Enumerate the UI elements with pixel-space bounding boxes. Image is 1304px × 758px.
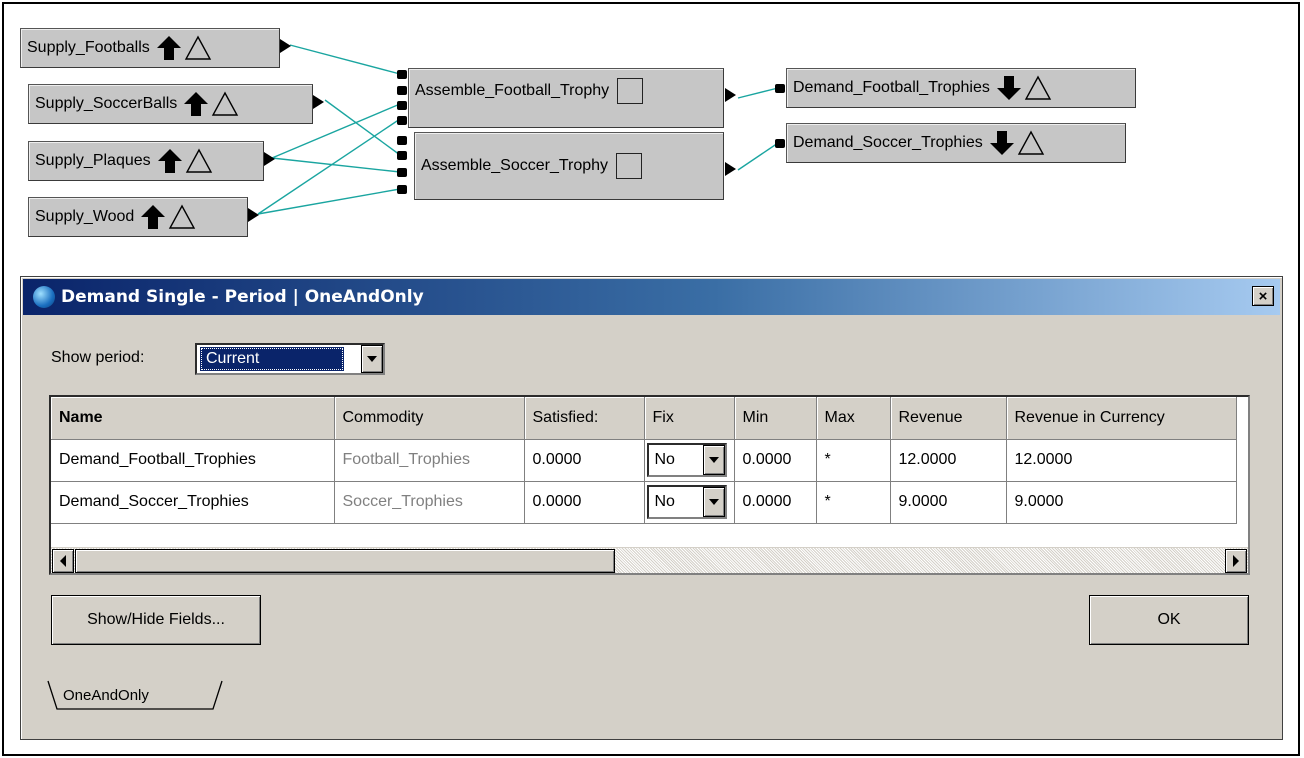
cell-name[interactable]: Demand_Soccer_Trophies <box>51 481 335 524</box>
input-port[interactable] <box>397 101 407 110</box>
node-label: Supply_Footballs <box>27 39 150 56</box>
arrow-up-icon <box>141 205 166 229</box>
table-header-row: Name Commodity Satisfied: Fix Min Max Re… <box>51 397 1237 440</box>
node-label: Assemble_Soccer_Trophy <box>421 157 609 174</box>
triangle-icon <box>1024 75 1052 100</box>
cell-max[interactable]: * <box>816 439 891 482</box>
scrollbar-thumb[interactable] <box>75 549 615 573</box>
node-label: Supply_SoccerBalls <box>35 95 178 112</box>
supply-node-plaques[interactable]: Supply_Plaques <box>28 141 264 181</box>
output-port[interactable] <box>264 152 275 166</box>
column-header-revenue[interactable]: Revenue <box>890 397 1007 440</box>
chevron-down-icon[interactable] <box>702 445 725 475</box>
column-header-commodity[interactable]: Commodity <box>334 397 525 440</box>
input-port[interactable] <box>397 70 407 79</box>
output-port[interactable] <box>280 39 291 53</box>
triangle-icon <box>1017 130 1044 155</box>
node-label: Demand_Soccer_Trophies <box>793 134 983 151</box>
cell-revenue-currency[interactable]: 9.0000 <box>1006 481 1237 524</box>
column-header-fix[interactable]: Fix <box>644 397 735 440</box>
cell-name[interactable]: Demand_Football_Trophies <box>51 439 335 482</box>
output-port[interactable] <box>313 95 324 109</box>
horizontal-scrollbar[interactable] <box>51 547 1248 573</box>
cell-max[interactable]: * <box>816 481 891 524</box>
scroll-left-icon[interactable] <box>52 549 74 573</box>
fix-select[interactable]: No <box>646 443 727 477</box>
triangle-icon <box>212 91 239 116</box>
table-row[interactable]: Demand_Soccer_Trophies Soccer_Trophies 0… <box>51 481 1237 524</box>
input-port[interactable] <box>397 168 407 177</box>
output-port[interactable] <box>248 208 259 222</box>
dialog-title: Demand Single - Period | OneAndOnly <box>61 287 424 307</box>
dialog-titlebar[interactable]: Demand Single - Period | OneAndOnly × <box>23 279 1280 315</box>
assemble-node-soccer-trophy[interactable]: Assemble_Soccer_Trophy <box>414 132 724 200</box>
demand-node-soccer-trophies[interactable]: Demand_Soccer_Trophies <box>786 123 1126 163</box>
arrow-down-icon <box>989 131 1014 155</box>
period-tabs: OneAndOnly <box>47 679 223 711</box>
cell-min[interactable]: 0.0000 <box>734 481 817 524</box>
arrow-up-icon <box>184 92 209 116</box>
supply-node-footballs[interactable]: Supply_Footballs <box>20 28 280 68</box>
node-label: Supply_Plaques <box>35 152 151 169</box>
node-label: Assemble_Football_Trophy <box>415 82 610 99</box>
output-port[interactable] <box>725 88 736 102</box>
fix-value: No <box>654 493 675 510</box>
demand-node-football-trophies[interactable]: Demand_Football_Trophies <box>786 68 1136 108</box>
show-period-value: Current <box>200 347 344 371</box>
show-period-label: Show period: <box>51 349 145 366</box>
cell-revenue[interactable]: 12.0000 <box>890 439 1007 482</box>
square-icon <box>617 78 644 104</box>
output-port[interactable] <box>725 162 736 176</box>
arrow-up-icon <box>157 149 182 173</box>
column-header-max[interactable]: Max <box>816 397 891 440</box>
cell-fix: No <box>644 481 735 524</box>
chevron-down-icon[interactable] <box>361 345 383 373</box>
column-header-revenue-currency[interactable]: Revenue in Currency <box>1006 397 1237 440</box>
cell-satisfied[interactable]: 0.0000 <box>524 481 645 524</box>
cell-min[interactable]: 0.0000 <box>734 439 817 482</box>
input-port[interactable] <box>397 151 407 160</box>
fix-value: No <box>654 451 675 468</box>
globe-icon <box>33 286 55 308</box>
triangle-icon <box>184 35 211 60</box>
cell-revenue-currency[interactable]: 12.0000 <box>1006 439 1237 482</box>
show-period-select[interactable]: Current <box>195 343 385 375</box>
cell-commodity: Soccer_Trophies <box>334 481 525 524</box>
input-port[interactable] <box>397 185 407 194</box>
scroll-right-icon[interactable] <box>1225 549 1247 573</box>
node-label: Supply_Wood <box>35 208 135 225</box>
close-button[interactable]: × <box>1252 286 1274 306</box>
show-hide-fields-button[interactable]: Show/Hide Fields... <box>51 595 261 645</box>
column-header-satisfied[interactable]: Satisfied: <box>524 397 645 440</box>
demand-dialog: Demand Single - Period | OneAndOnly × Sh… <box>20 276 1283 740</box>
input-port[interactable] <box>397 136 407 145</box>
cell-satisfied[interactable]: 0.0000 <box>524 439 645 482</box>
fix-select[interactable]: No <box>646 485 727 519</box>
table-row[interactable]: Demand_Football_Trophies Football_Trophi… <box>51 439 1237 482</box>
column-header-name[interactable]: Name <box>51 397 335 440</box>
supply-node-soccerballs[interactable]: Supply_SoccerBalls <box>28 84 313 124</box>
square-icon <box>616 153 643 179</box>
cell-commodity: Football_Trophies <box>334 439 525 482</box>
cell-revenue[interactable]: 9.0000 <box>890 481 1007 524</box>
ok-button[interactable]: OK <box>1089 595 1249 645</box>
column-header-min[interactable]: Min <box>734 397 817 440</box>
arrow-up-icon <box>156 36 181 60</box>
arrow-down-icon <box>996 76 1021 100</box>
chevron-down-icon[interactable] <box>702 487 725 517</box>
demand-table: Name Commodity Satisfied: Fix Min Max Re… <box>49 395 1250 575</box>
assemble-node-football-trophy[interactable]: Assemble_Football_Trophy <box>408 68 724 128</box>
tab-oneandonly[interactable]: OneAndOnly <box>47 679 223 711</box>
input-port[interactable] <box>397 116 407 125</box>
cell-fix: No <box>644 439 735 482</box>
triangle-icon <box>169 204 196 229</box>
triangle-icon <box>185 148 212 173</box>
input-port[interactable] <box>775 139 785 148</box>
supply-node-wood[interactable]: Supply_Wood <box>28 197 248 237</box>
input-port[interactable] <box>397 86 407 95</box>
node-label: Demand_Football_Trophies <box>793 79 990 96</box>
input-port[interactable] <box>775 84 785 93</box>
tab-label: OneAndOnly <box>63 686 149 704</box>
